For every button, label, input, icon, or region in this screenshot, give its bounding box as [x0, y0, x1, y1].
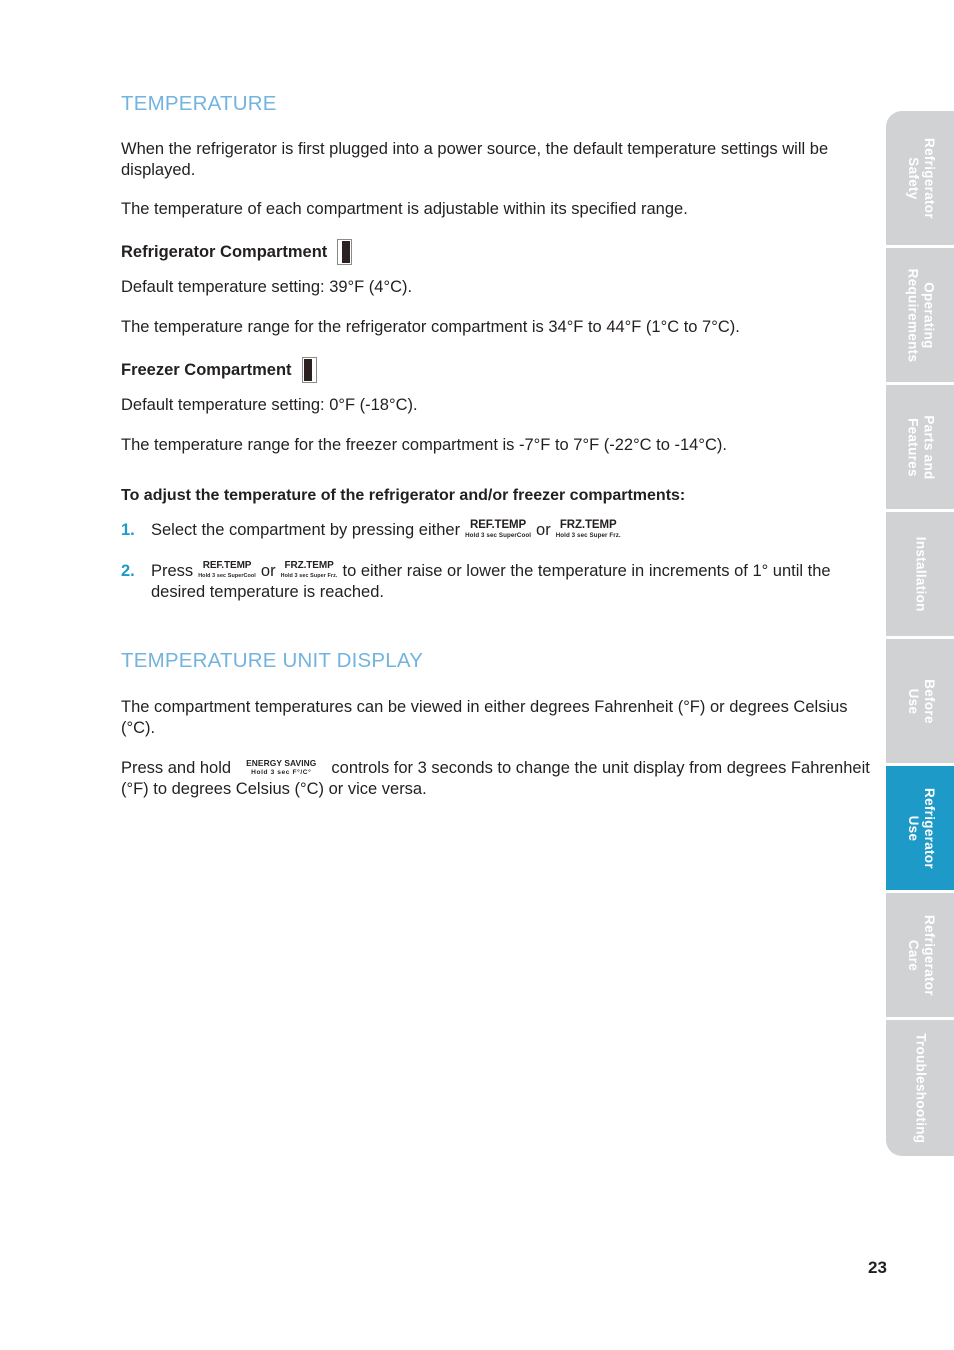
- energy-saving-button-label: ENERGY SAVING: [246, 757, 317, 768]
- refrigerator-compartment-icon-bar: [342, 241, 351, 264]
- step-2-text-before: Press: [151, 561, 194, 580]
- section-tab-refrigerator-safety[interactable]: Refrigerator Safety: [886, 111, 954, 245]
- section-tab-label: Refrigerator Care: [905, 914, 937, 996]
- ref-temp-button-glyph[interactable]: REF.TEMP Hold 3 sec SuperCool: [465, 519, 531, 540]
- manual-page: TEMPERATURE When the refrigerator is fir…: [0, 0, 954, 1350]
- press-hold-text-after: controls for 3 seconds to change the uni…: [121, 759, 870, 799]
- section-tab-label: Troubleshooting: [913, 1032, 929, 1144]
- freezer-default-temperature: Default temperature setting: 0°F (-18°C)…: [121, 396, 418, 415]
- step-1-connector: or: [536, 520, 551, 539]
- press-hold-text-before: Press and hold: [121, 759, 232, 778]
- freezer-compartment-heading: Freezer Compartment: [121, 357, 873, 384]
- section-tab-label: Before Use: [905, 678, 937, 724]
- ref-temp-button-sublabel-2: Hold 3 sec SuperCool: [198, 572, 256, 579]
- frz-temp-button-label-2: FRZ.TEMP: [284, 560, 334, 572]
- adjust-temperature-lead: To adjust the temperature of the refrige…: [121, 487, 686, 505]
- page-content: TEMPERATURE When the refrigerator is fir…: [121, 92, 873, 800]
- energy-saving-button-sublabel: Hold 3 sec F°/C°: [251, 768, 312, 776]
- frz-temp-button-sublabel: Hold 3 sec Super Frz.: [555, 532, 621, 539]
- section-tab-refrigerator-use[interactable]: Refrigerator Use: [886, 766, 954, 890]
- page-number: 23: [868, 1258, 887, 1277]
- temperature-intro-paragraph-1: When the refrigerator is first plugged i…: [121, 139, 829, 179]
- section-tab-parts-and-features[interactable]: Parts and Features: [886, 385, 954, 509]
- refrigerator-compartment-heading: Refrigerator Compartment: [121, 239, 873, 266]
- section-tab-label: Refrigerator Safety: [905, 137, 937, 219]
- section-tab-label: Operating Requirements: [905, 268, 937, 362]
- step-2-connector: or: [260, 561, 276, 580]
- section-tab-before-use[interactable]: Before Use: [886, 639, 954, 763]
- instruction-step-1: 1. Select the compartment by pressing ei…: [121, 519, 873, 541]
- step-1-number: 1.: [121, 520, 135, 539]
- ref-temp-button-glyph-2[interactable]: REF.TEMP Hold 3 sec SuperCool: [198, 561, 256, 579]
- page-title: TEMPERATURE: [121, 92, 277, 115]
- temperature-intro-paragraph-2: The temperature of each compartment is a…: [121, 200, 688, 219]
- ref-temp-button-sublabel: Hold 3 sec SuperCool: [465, 532, 532, 539]
- section-tab-troubleshooting[interactable]: Troubleshooting: [886, 1020, 954, 1156]
- step-1-text: Select the compartment by pressing eithe…: [151, 519, 873, 541]
- refrigerator-compartment-heading-label: Refrigerator Compartment: [121, 243, 328, 262]
- step-1-text-before: Select the compartment by pressing eithe…: [151, 520, 461, 539]
- instruction-step-2: 2. Press REF.TEMP Hold 3 sec SuperCool or FR…: [121, 561, 873, 603]
- temperature-unit-display-heading: TEMPERATURE UNIT DISPLAY: [121, 648, 424, 672]
- section-tab-operating-requirements[interactable]: Operating Requirements: [886, 248, 954, 382]
- frz-temp-button-label: FRZ.TEMP: [559, 518, 617, 531]
- section-tab-rail: Refrigerator Safety Operating Requirement…: [886, 111, 954, 1156]
- freezer-compartment-icon: [301, 357, 317, 384]
- ref-temp-button-label: REF.TEMP: [470, 518, 527, 531]
- frz-temp-button-glyph[interactable]: FRZ.TEMP Hold 3 sec Super Frz.: [556, 519, 621, 540]
- refrigerator-temperature-range: The temperature range for the refrigerat…: [121, 318, 740, 337]
- section-tab-label: Refrigerator Use: [905, 787, 937, 869]
- refrigerator-default-temperature: Default temperature setting: 39°F (4°C).: [121, 278, 413, 297]
- frz-temp-button-sublabel-2: Hold 3 sec Super Frz.: [280, 572, 338, 579]
- section-tab-label: Parts and Features: [904, 414, 937, 480]
- section-tab-refrigerator-care[interactable]: Refrigerator Care: [886, 893, 954, 1017]
- section-tab-label: Installation: [913, 536, 929, 612]
- refrigerator-compartment-icon: [337, 239, 353, 266]
- section-tab-installation[interactable]: Installation: [886, 512, 954, 636]
- freezer-temperature-range: The temperature range for the freezer co…: [121, 436, 727, 455]
- ref-temp-button-label-2: REF.TEMP: [202, 560, 252, 572]
- unit-display-paragraph-1: The compartment temperatures can be view…: [121, 698, 848, 738]
- freezer-compartment-icon-bar: [303, 359, 312, 382]
- energy-saving-button-glyph[interactable]: ENERGY SAVING Hold 3 sec F°/C°: [246, 757, 317, 777]
- step-2-text: Press REF.TEMP Hold 3 sec SuperCool or FRZ.T…: [151, 561, 873, 603]
- step-2-number: 2.: [121, 561, 135, 580]
- frz-temp-button-glyph-2[interactable]: FRZ.TEMP Hold 3 sec Super Frz.: [281, 561, 338, 579]
- unit-display-press-hold-paragraph: Press and hold ENERGY SAVING Hold 3 sec F°…: [121, 758, 873, 800]
- freezer-compartment-heading-label: Freezer Compartment: [121, 361, 292, 380]
